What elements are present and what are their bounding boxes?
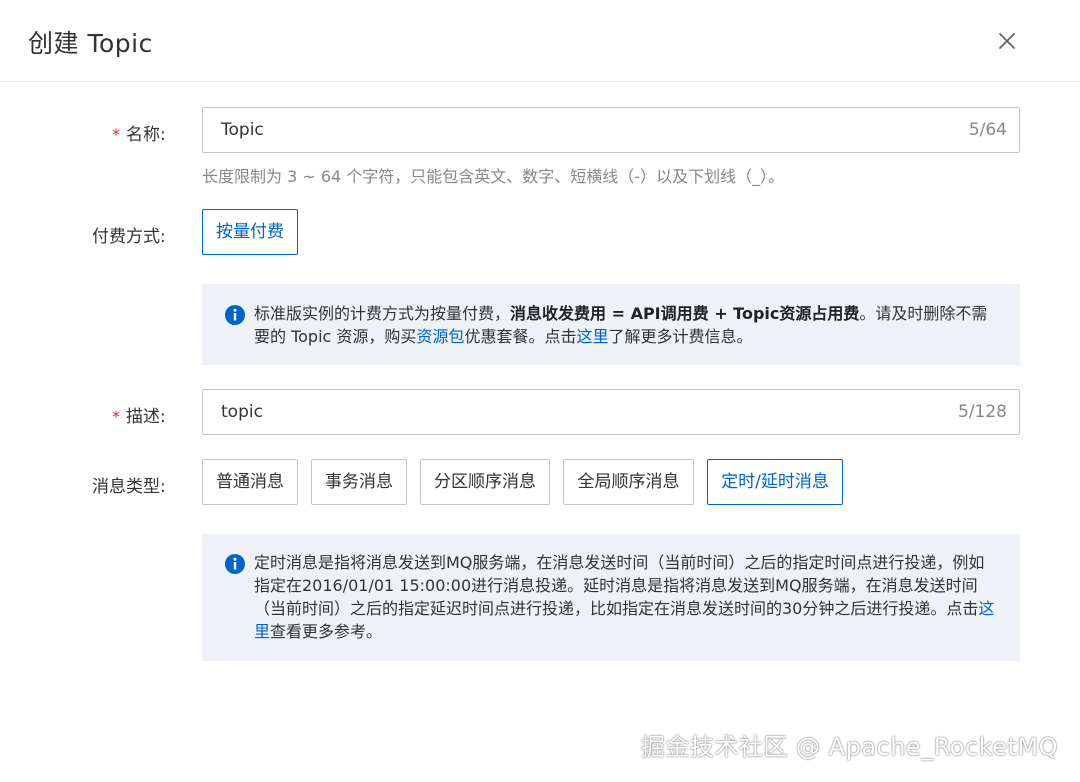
description-input[interactable]: topic 5/128: [202, 389, 1020, 435]
info-icon: [224, 553, 246, 575]
close-icon[interactable]: [992, 26, 1022, 56]
info-icon: [224, 304, 246, 326]
billing-info-link[interactable]: 这里: [576, 327, 608, 346]
message-type-transaction[interactable]: 事务消息: [311, 459, 407, 505]
description-input-value: topic: [221, 402, 263, 422]
message-type-global-order[interactable]: 全局顺序消息: [563, 459, 694, 505]
watermark: 掘金技术社区 @ Apache_RocketMQ: [640, 733, 1058, 761]
dialog-header: 创建 Topic: [0, 0, 1080, 82]
create-topic-dialog: 创建 Topic * 名称: Topic 5/64 长度限制为 3 ~ 64 个字…: [0, 0, 1080, 782]
message-type-notice: 定时消息是指将消息发送到MQ服务端，在消息发送时间（当前时间）之后的指定时间点进…: [202, 534, 1020, 661]
name-hint: 长度限制为 3 ~ 64 个字符，只能包含英文、数字、短横线（-）以及下划线（_…: [202, 167, 785, 186]
message-type-normal[interactable]: 普通消息: [202, 459, 298, 505]
description-char-count: 5/128: [958, 402, 1007, 422]
billing-notice: 标准版实例的计费方式为按量付费，消息收发费用 = API调用费 + Topic资…: [202, 284, 1020, 365]
dialog-title: 创建 Topic: [28, 29, 153, 58]
name-input-value: Topic: [221, 120, 264, 140]
message-type-scheduled-delayed[interactable]: 定时/延时消息: [707, 459, 843, 505]
billing-notice-text: 标准版实例的计费方式为按量付费，消息收发费用 = API调用费 + Topic资…: [254, 304, 988, 346]
name-char-count: 5/64: [968, 120, 1007, 140]
billing-label: 付费方式:: [92, 227, 166, 247]
required-mark: *: [112, 407, 120, 426]
required-mark: *: [112, 125, 120, 144]
message-type-notice-text: 定时消息是指将消息发送到MQ服务端，在消息发送时间（当前时间）之后的指定时间点进…: [254, 553, 995, 641]
resource-package-link[interactable]: 资源包: [416, 327, 464, 346]
name-input[interactable]: Topic 5/64: [202, 107, 1020, 153]
name-label: * 名称:: [112, 125, 166, 145]
description-label: * 描述:: [112, 407, 166, 427]
message-type-partition-order[interactable]: 分区顺序消息: [420, 459, 550, 505]
billing-option-pay-as-you-go[interactable]: 按量付费: [202, 209, 298, 255]
message-type-label: 消息类型:: [92, 477, 166, 497]
